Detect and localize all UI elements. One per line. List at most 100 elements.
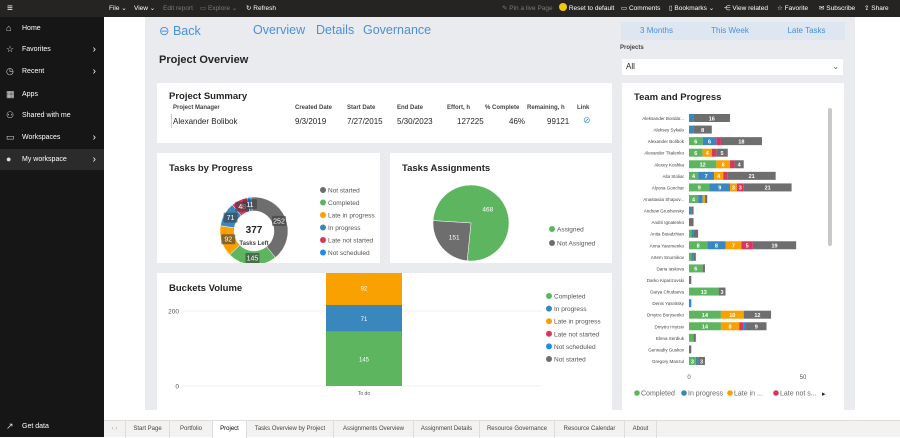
bar-segment-not-started[interactable] xyxy=(693,333,696,342)
nav-item-apps[interactable]: ▦ Apps xyxy=(0,84,104,105)
legend-item[interactable]: In progress xyxy=(681,390,724,398)
legend-dot xyxy=(549,240,555,246)
category-label: Alexey Koshka xyxy=(654,162,684,167)
tab-resource-governance[interactable]: Resource Governance xyxy=(480,421,555,438)
bar-segment-not-started[interactable] xyxy=(689,275,692,284)
link-icon[interactable]: ⊘ xyxy=(583,115,591,126)
chevron-icon[interactable]: › xyxy=(93,127,96,148)
explore-button[interactable]: ▭ Explore ⌄ xyxy=(200,0,237,17)
pin-live-page-button[interactable]: ✎ Pin a live Page xyxy=(502,0,553,17)
reset-to-default-button[interactable]: Reset to default xyxy=(559,0,614,17)
bar-segment-not-scheduled[interactable] xyxy=(689,299,692,308)
legend-item[interactable]: Completed xyxy=(546,293,586,301)
bar-segment-not-started[interactable] xyxy=(693,229,699,238)
bar-segment-not-started[interactable] xyxy=(691,206,694,215)
nav-item-recent[interactable]: ◷ Recent › xyxy=(0,61,104,82)
refresh-button[interactable]: ↻ Refresh xyxy=(246,0,276,17)
bar-segment-not-started[interactable] xyxy=(689,345,692,354)
nav-item-home[interactable]: ⌂ Home xyxy=(0,18,104,39)
edit-report-button[interactable]: Edit report xyxy=(163,0,193,17)
bar-segment-late-in-progress[interactable] xyxy=(702,194,705,203)
tab-tasks-overview-by-project[interactable]: Tasks Overview by Project xyxy=(247,421,334,438)
bar-segment-in-progress[interactable] xyxy=(689,114,694,122)
legend-item[interactable]: Late in progress xyxy=(320,212,375,220)
team-progress-scrollbar[interactable] xyxy=(828,108,832,246)
comments-button[interactable]: ▭ Comments xyxy=(621,0,660,17)
projects-dropdown[interactable]: All ⌄ xyxy=(622,59,843,75)
get-data-button[interactable]: ↗ Get data xyxy=(0,416,104,437)
nav-link-governance[interactable]: Governance xyxy=(363,23,431,37)
filter-this-week-button[interactable]: This Week xyxy=(692,22,768,40)
tab-scroll-arrows[interactable]: ‹ › xyxy=(104,421,126,438)
bar-segment-in-progress[interactable] xyxy=(689,125,694,134)
chevron-icon[interactable]: › xyxy=(93,39,96,60)
view-menu[interactable]: View ⌄ xyxy=(134,0,155,17)
bar-segment-completed[interactable] xyxy=(689,333,694,342)
nav-link-overview[interactable]: Overview xyxy=(253,23,305,37)
tab-assignment-details[interactable]: Assignment Details xyxy=(414,421,480,438)
tab-portfolio[interactable]: Portfolio xyxy=(170,421,213,438)
data-label: 18 xyxy=(738,139,744,145)
legend-item[interactable]: Not started xyxy=(320,187,360,195)
bar-segment-late-not-started[interactable] xyxy=(730,160,735,169)
bar-segment-late-not-started[interactable] xyxy=(723,171,728,180)
legend-item[interactable]: Late in progress xyxy=(546,318,601,326)
legend-item[interactable]: Completed xyxy=(634,390,675,398)
page-tabs: ‹ › Start Page Portfolio Project Tasks Overv… xyxy=(104,420,900,438)
bar-segment-in-progress[interactable] xyxy=(689,206,692,215)
reset-label: Reset to default xyxy=(568,5,615,12)
data-label: 10 xyxy=(729,313,735,319)
favorite-button[interactable]: ☆ Favorite xyxy=(777,0,808,17)
subscribe-button[interactable]: ✉ Subscribe xyxy=(819,0,855,17)
tab-resource-calendar[interactable]: Resource Calendar xyxy=(555,421,625,438)
legend-item[interactable]: Assigned xyxy=(549,226,584,234)
share-button[interactable]: ⇪ Share xyxy=(864,0,889,17)
bar-segment-not-started[interactable] xyxy=(704,194,708,203)
legend-item[interactable]: Late not s... xyxy=(773,390,817,398)
nav-link-details[interactable]: Details xyxy=(316,23,354,37)
chevron-icon[interactable]: › xyxy=(93,61,96,82)
legend-item[interactable]: Not scheduled xyxy=(546,343,596,351)
nav-item-favorites[interactable]: ☆ Favorites › xyxy=(0,39,104,60)
bar-segment-in-progress[interactable] xyxy=(691,252,694,261)
legend-next-arrow-icon[interactable]: ▸ xyxy=(822,391,826,398)
bar-segment-not-scheduled[interactable] xyxy=(743,322,746,331)
bar-segment-in-progress[interactable] xyxy=(691,229,694,238)
chevron-icon[interactable]: › xyxy=(93,149,96,170)
view-related-button[interactable]: ⋲ View related xyxy=(724,0,768,17)
legend-item[interactable]: In progress xyxy=(320,224,361,233)
legend-item[interactable]: Not started xyxy=(546,356,586,364)
bar-segment-late-not-started[interactable] xyxy=(711,148,717,157)
tab-assignments-overview[interactable]: Assignments Overview xyxy=(334,421,414,438)
bar-segment-completed[interactable] xyxy=(689,229,692,238)
bar-segment-late-not-started[interactable] xyxy=(739,322,744,331)
legend-item[interactable]: Not scheduled xyxy=(320,249,370,258)
legend-item[interactable]: Late in ... xyxy=(727,390,763,398)
project-summary-title: Project Summary xyxy=(169,91,248,102)
tab-about[interactable]: About xyxy=(625,421,657,438)
legend-item[interactable]: Late not started xyxy=(546,330,600,339)
tab-project[interactable]: Project xyxy=(213,421,247,438)
tab-start-page[interactable]: Start Page xyxy=(126,421,170,438)
legend-item[interactable]: Late not started xyxy=(320,237,374,245)
bar-segment-in-progress[interactable] xyxy=(698,194,703,203)
legend-item[interactable]: In progress xyxy=(546,305,587,314)
nav-item-workspaces[interactable]: ▭ Workspaces › xyxy=(0,127,104,148)
bar-segment-not-started[interactable] xyxy=(693,252,696,261)
bar-segment-late-not-started[interactable] xyxy=(716,137,721,146)
hamburger-menu-icon[interactable]: ≡ xyxy=(7,0,13,17)
bar-segment-in-progress[interactable] xyxy=(695,356,699,365)
bar-segment-not-started[interactable] xyxy=(702,264,705,273)
bar-segment-not-started[interactable] xyxy=(689,218,694,227)
nav-item-shared-with-me[interactable]: ⚇ Shared with me xyxy=(0,105,104,126)
bar-segment-completed[interactable] xyxy=(689,252,692,261)
filter-3-months-button[interactable]: 3 Months xyxy=(621,22,692,40)
buckets-volume-chart: 0200400600145Completed71In progress92Lat… xyxy=(168,273,601,397)
bookmarks-button[interactable]: ▯ Bookmarks ⌄ xyxy=(669,0,714,17)
filter-late-tasks-button[interactable]: Late Tasks xyxy=(768,22,845,40)
legend-item[interactable]: Not Assigned xyxy=(549,240,596,248)
file-menu[interactable]: File ⌄ xyxy=(109,0,127,17)
legend-item[interactable]: Completed xyxy=(320,199,360,208)
back-button[interactable]: ⊖ Back xyxy=(159,23,201,38)
nav-item-my-workspace[interactable]: ● My workspace › xyxy=(0,149,104,170)
